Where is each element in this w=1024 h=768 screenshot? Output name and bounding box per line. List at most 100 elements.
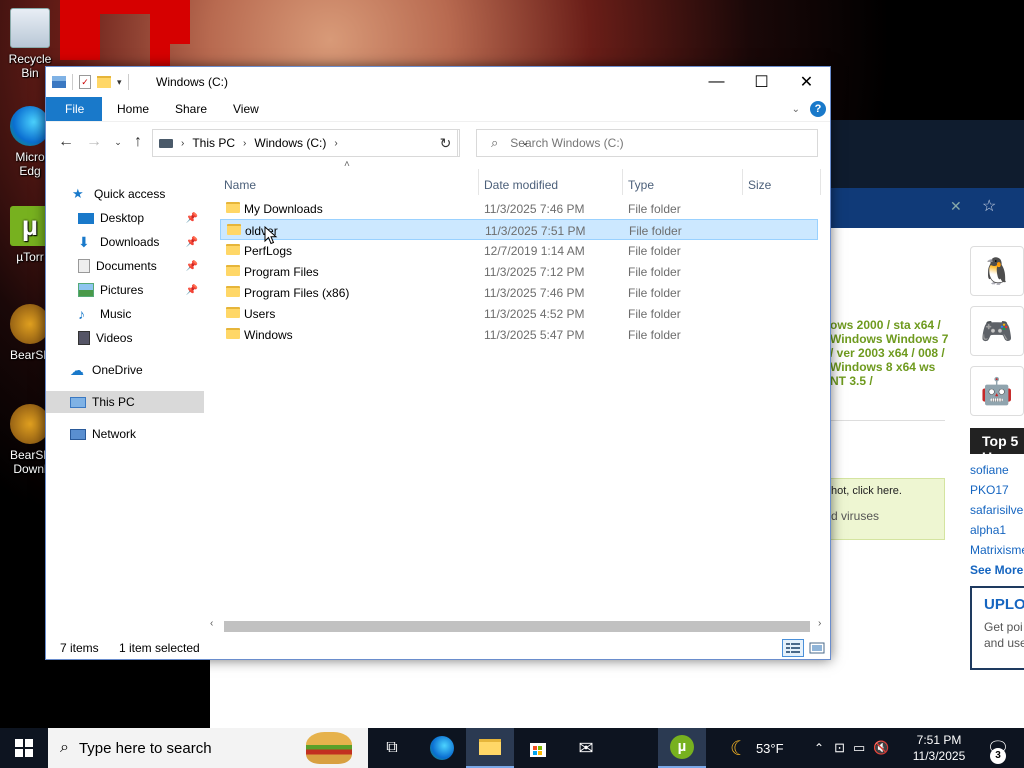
up-arrow-icon[interactable]: ↑	[128, 132, 148, 152]
taskbar-search-box[interactable]: ⌕ Type here to search	[48, 728, 368, 768]
top-user-link[interactable]: Matrixisme	[970, 540, 1024, 560]
back-arrow-icon[interactable]: ←	[56, 132, 76, 152]
divider	[830, 420, 945, 421]
top-user-link[interactable]: sofiane	[970, 460, 1024, 480]
wallpaper-red-shape	[150, 14, 190, 44]
nav-this-pc[interactable]: This PC	[46, 391, 204, 413]
show-hidden-icons-icon[interactable]: ⌃	[814, 741, 824, 755]
nav-videos[interactable]: Videos	[46, 327, 204, 349]
recent-locations-icon[interactable]: ⌄	[108, 132, 128, 152]
search-input[interactable]	[510, 136, 791, 150]
top-user-link[interactable]: PKO17	[970, 480, 1024, 500]
task-view-button[interactable]: ⧉	[368, 728, 416, 768]
column-separator[interactable]	[742, 169, 743, 195]
scrollbar-thumb[interactable]	[224, 621, 810, 632]
pin-icon[interactable]: 📌	[186, 285, 198, 296]
os-list-text[interactable]: ows 2000 / sta x64 / Windows Windows 7 /…	[830, 318, 950, 388]
top-user-link[interactable]: safarisilve	[970, 500, 1024, 520]
search-highlight-sandwich-icon[interactable]	[306, 732, 352, 764]
see-more-link[interactable]: See More	[970, 560, 1024, 580]
taskbar-utorrent-button[interactable]: µ	[658, 728, 706, 768]
nav-label: This PC	[92, 395, 135, 409]
tab-home[interactable]: Home	[103, 97, 163, 121]
videos-icon	[78, 331, 90, 345]
nav-onedrive[interactable]: ☁ OneDrive	[46, 359, 204, 381]
item-count: 7 items	[60, 641, 99, 655]
breadcrumb-separator-icon[interactable]: ›	[243, 138, 246, 149]
tab-file[interactable]: File	[46, 97, 102, 121]
column-header-name[interactable]: Name	[224, 173, 476, 197]
taskbar-mail-button[interactable]: ✉	[562, 728, 610, 768]
pin-icon[interactable]: 📌	[186, 213, 198, 224]
start-button[interactable]	[0, 728, 48, 768]
extension-icon[interactable]: ✕	[950, 198, 962, 215]
breadcrumb-this-pc[interactable]: This PC	[192, 136, 235, 150]
taskbar-edge-button[interactable]	[418, 728, 466, 768]
android-icon[interactable]: 🤖	[970, 366, 1024, 416]
title-bar[interactable]: ✓ ▾ Windows (C:) — ☐ ✕	[46, 67, 830, 97]
scroll-right-icon[interactable]: ›	[818, 618, 821, 629]
nav-network[interactable]: Network	[46, 423, 204, 445]
linux-icon[interactable]: 🐧	[970, 246, 1024, 296]
browser-address-bar[interactable]: ✕ ☆	[830, 188, 1024, 228]
column-separator[interactable]	[820, 169, 821, 195]
volume-muted-icon[interactable]: 🔇	[873, 740, 889, 756]
minimize-button[interactable]: —	[694, 67, 739, 97]
nav-desktop[interactable]: Desktop 📌	[46, 207, 204, 229]
file-row[interactable]: Program Files 11/3/2025 7:12 PM File fol…	[220, 261, 818, 282]
breadcrumb-separator-icon[interactable]: ›	[334, 138, 337, 149]
file-row[interactable]: Windows 11/3/2025 5:47 PM File folder	[220, 324, 818, 345]
moon-icon: ☾	[730, 737, 748, 760]
info-box-link[interactable]: hot, click here.	[831, 485, 944, 497]
nav-pictures[interactable]: Pictures 📌	[46, 279, 204, 301]
column-separator[interactable]	[622, 169, 623, 195]
taskbar-store-button[interactable]	[514, 728, 562, 768]
meet-now-icon[interactable]: ⊡	[834, 740, 845, 756]
tab-view[interactable]: View	[219, 97, 273, 121]
gamepad-icon[interactable]: 🎮	[970, 306, 1024, 356]
upload-box[interactable]: UPLO Get poi and use	[970, 586, 1024, 670]
weather-widget[interactable]: ☾ 53°F	[730, 728, 784, 768]
file-explorer-window[interactable]: ✓ ▾ Windows (C:) — ☐ ✕ File Home Share V…	[45, 66, 831, 660]
column-header-type[interactable]: Type	[628, 173, 740, 197]
help-icon[interactable]: ?	[810, 101, 826, 117]
search-box[interactable]: ⌕	[476, 129, 818, 157]
file-row[interactable]: PerfLogs 12/7/2019 1:14 AM File folder	[220, 240, 818, 261]
address-bar[interactable]: › This PC › Windows (C:) › ⌄	[152, 129, 529, 157]
file-row[interactable]: My Downloads 11/3/2025 7:46 PM File fold…	[220, 198, 818, 219]
horizontal-scrollbar[interactable]: ‹ ›	[206, 618, 830, 634]
clock[interactable]: 7:51 PM 11/3/2025	[904, 732, 974, 764]
nav-quick-access[interactable]: ★ Quick access	[46, 183, 204, 205]
details-view-button[interactable]	[782, 639, 804, 657]
top-user-link[interactable]: alpha1	[970, 520, 1024, 540]
column-separator[interactable]	[478, 169, 479, 195]
maximize-button[interactable]: ☐	[739, 67, 784, 97]
file-row[interactable]: Program Files (x86) 11/3/2025 7:46 PM Fi…	[220, 282, 818, 303]
new-folder-icon[interactable]	[97, 76, 111, 88]
pin-icon[interactable]: 📌	[186, 237, 198, 248]
download-arrow-icon: ⬇	[78, 234, 90, 250]
breadcrumb-separator-icon[interactable]: ›	[181, 138, 184, 149]
file-row[interactable]: oldver 11/3/2025 7:51 PM File folder	[220, 219, 818, 240]
nav-music[interactable]: ♪ Music	[46, 303, 204, 325]
column-header-date[interactable]: Date modified	[484, 173, 620, 197]
taskbar-explorer-button[interactable]	[466, 728, 514, 768]
favorite-star-icon[interactable]: ☆	[982, 196, 996, 216]
expand-ribbon-icon[interactable]: ⌄	[792, 104, 800, 115]
nav-documents[interactable]: Documents 📌	[46, 255, 204, 277]
network-icon[interactable]: ▭	[853, 740, 865, 756]
close-button[interactable]: ✕	[784, 67, 829, 97]
breadcrumb-windows-c[interactable]: Windows (C:)	[254, 136, 326, 150]
sort-ascending-icon: ˄	[344, 159, 350, 170]
forward-arrow-icon[interactable]: →	[84, 132, 104, 152]
pin-icon[interactable]: 📌	[186, 261, 198, 272]
large-icons-view-button[interactable]	[806, 639, 828, 657]
scroll-left-icon[interactable]: ‹	[210, 618, 213, 629]
file-row[interactable]: Users 11/3/2025 4:52 PM File folder	[220, 303, 818, 324]
refresh-button[interactable]: ↻	[432, 129, 460, 157]
nav-downloads[interactable]: ⬇ Downloads 📌	[46, 231, 204, 253]
column-header-size[interactable]: Size	[748, 173, 818, 197]
customize-toolbar-icon[interactable]: ▾	[117, 77, 122, 88]
tab-share[interactable]: Share	[161, 97, 221, 121]
properties-icon[interactable]: ✓	[79, 75, 91, 89]
